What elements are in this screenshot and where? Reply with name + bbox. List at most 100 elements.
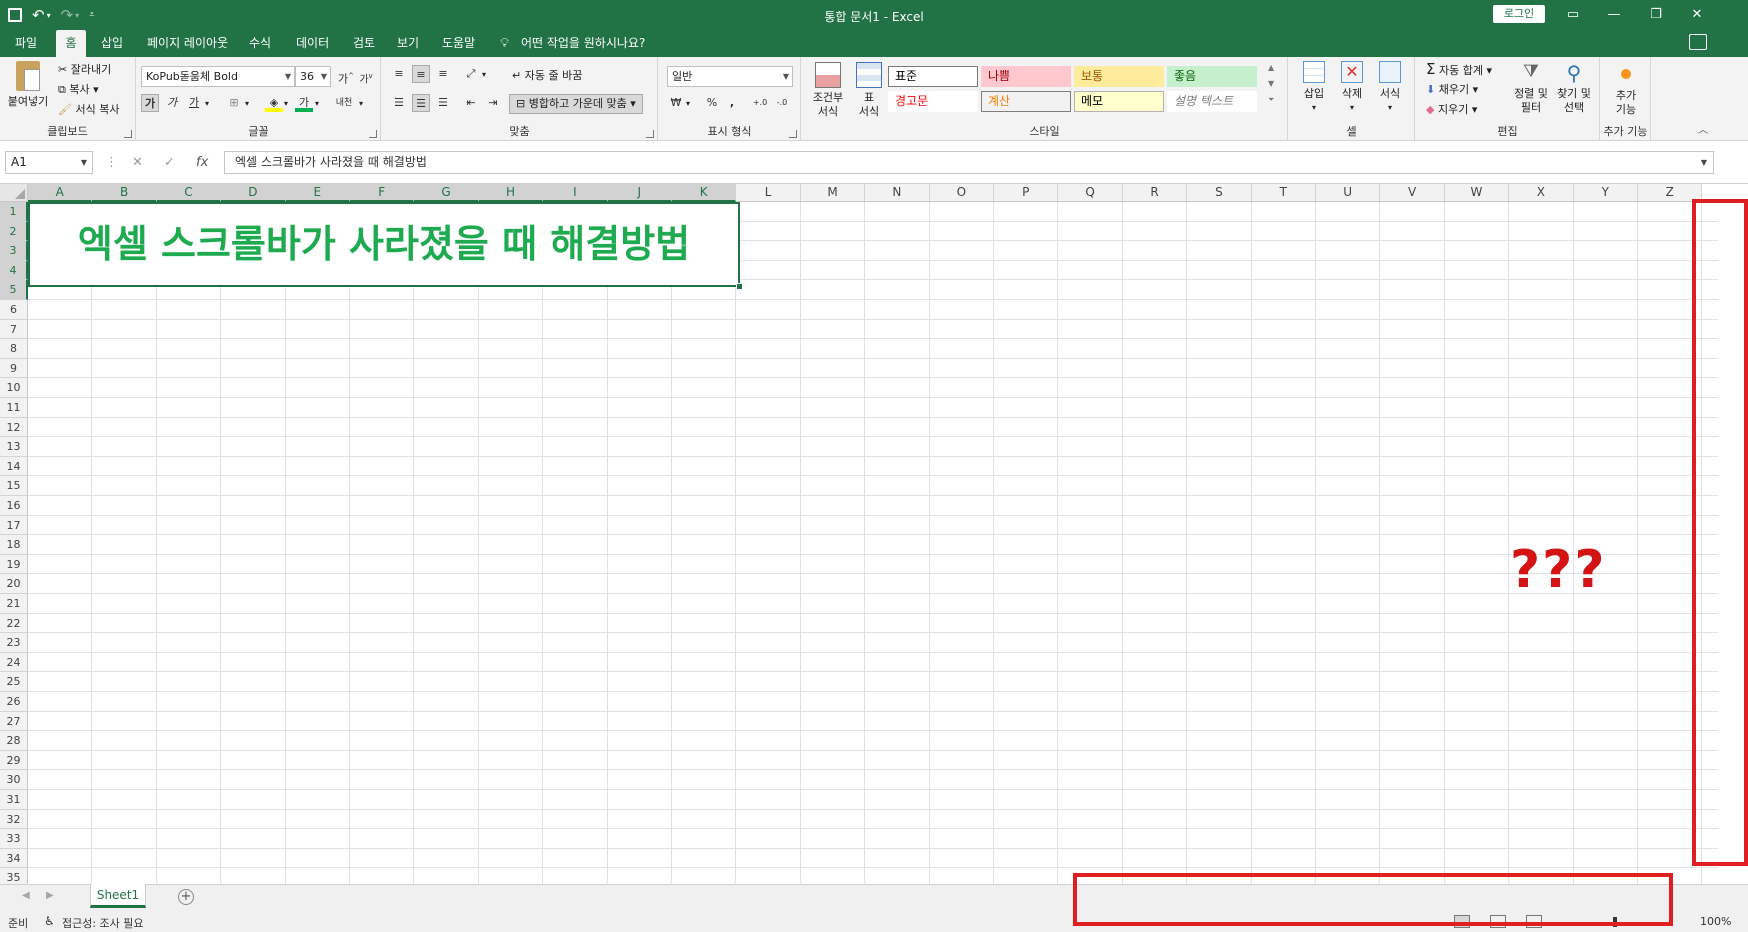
row-header[interactable]: 6 <box>0 300 28 320</box>
accounting-dropdown-icon[interactable]: ▾ <box>686 97 690 111</box>
column-header[interactable]: E <box>285 184 350 202</box>
collapse-ribbon-icon[interactable]: ︿ <box>1698 121 1708 136</box>
column-header[interactable]: L <box>736 184 801 202</box>
autosum-button[interactable]: Σ 자동 합계 ▾ <box>1426 62 1492 78</box>
styles-scroll-down-icon[interactable]: ▼ <box>1268 79 1278 93</box>
align-center-icon[interactable]: ☰ <box>412 94 430 112</box>
row-header[interactable]: 15 <box>0 476 28 496</box>
insert-function-icon[interactable]: fx <box>196 151 208 174</box>
font-name-box[interactable]: KoPub돋움체 Bold ▼ <box>141 66 295 87</box>
column-header[interactable]: J <box>607 184 672 202</box>
fill-color-dropdown-icon[interactable]: ▾ <box>284 97 288 111</box>
next-sheet-icon[interactable]: ▶ <box>46 890 54 901</box>
column-header[interactable]: Y <box>1573 184 1638 202</box>
row-header[interactable]: 28 <box>0 731 28 751</box>
row-header[interactable]: 16 <box>0 496 28 516</box>
column-header[interactable]: Q <box>1058 184 1123 202</box>
format-painter-button[interactable]: 🖌︎ 서식 복사 <box>58 103 119 117</box>
cell-style-1[interactable]: 나쁨 <box>981 66 1071 87</box>
row-header[interactable]: 17 <box>0 515 28 536</box>
row-header[interactable]: 34 <box>0 848 28 869</box>
align-top-icon[interactable]: ≡ <box>390 65 408 83</box>
cancel-icon[interactable]: ✕ <box>132 151 143 174</box>
row-header[interactable]: 29 <box>0 750 28 771</box>
row-header[interactable]: 33 <box>0 829 28 849</box>
cell-style-6[interactable]: 메모 <box>1074 91 1164 112</box>
tab-home[interactable]: 홈 <box>56 30 86 57</box>
enter-icon[interactable]: ✓ <box>164 151 175 174</box>
minimize-icon[interactable]: — <box>1594 4 1634 26</box>
row-header[interactable]: 22 <box>0 613 28 634</box>
row-header[interactable]: 35 <box>0 868 28 884</box>
cut-button[interactable]: ✂ 잘라내기 <box>58 63 111 77</box>
row-header[interactable]: 8 <box>0 339 28 359</box>
tab-data[interactable]: 데이터 <box>292 30 333 57</box>
number-format-box[interactable]: 일반 ▼ <box>667 66 793 87</box>
tell-me-search[interactable]: 💡︎ 어떤 작업을 원하시나요? <box>500 30 645 57</box>
clear-button[interactable]: ◆ 지우기 ▾ <box>1426 103 1477 117</box>
fill-handle[interactable] <box>736 283 743 290</box>
column-header[interactable]: X <box>1509 184 1574 202</box>
sheet-tab-sheet1[interactable]: Sheet1 <box>90 884 146 908</box>
prev-sheet-icon[interactable]: ◀ <box>22 890 30 901</box>
zoom-level[interactable]: 100% <box>1700 915 1731 928</box>
column-header[interactable]: U <box>1316 184 1381 202</box>
row-header[interactable]: 14 <box>0 456 28 477</box>
column-header[interactable]: R <box>1122 184 1188 202</box>
font-color-dropdown-icon[interactable]: ▾ <box>315 97 319 111</box>
row-header[interactable]: 3 <box>0 241 28 261</box>
row-header[interactable]: 11 <box>0 398 28 418</box>
cell-style-5[interactable]: 계산 <box>981 91 1071 112</box>
merge-center-button[interactable]: ⊟ 병합하고 가운데 맞춤 ▾ <box>509 94 643 114</box>
row-header[interactable]: 23 <box>0 633 28 653</box>
decrease-indent-icon[interactable]: ⇤ <box>462 94 480 112</box>
column-header[interactable]: C <box>156 184 222 202</box>
row-header[interactable]: 1 <box>0 202 28 222</box>
sort-filter-button[interactable]: ⧩ 정렬 및 필터 <box>1512 61 1550 115</box>
row-header[interactable]: 20 <box>0 574 28 594</box>
percent-button[interactable]: % <box>703 94 721 112</box>
column-header[interactable]: H <box>478 184 544 202</box>
increase-decimal-icon[interactable]: +.0 <box>751 94 769 112</box>
align-bottom-icon[interactable]: ≡ <box>434 65 452 83</box>
worksheet-grid[interactable]: A B C D E F G H I J K L M N O P Q R S T U V W X Y Z 1 2 3 4 5 6 7 8 9 10 11 1… <box>0 184 1718 884</box>
close-icon[interactable]: ✕ <box>1677 4 1717 26</box>
comma-button[interactable]: , <box>723 94 741 112</box>
name-box[interactable]: A1 ▼ <box>5 151 93 174</box>
orientation-dropdown-icon[interactable]: ▾ <box>482 68 486 82</box>
delete-cells-button[interactable]: ✕ 삭제 ▾ <box>1337 61 1367 115</box>
ribbon-display-icon[interactable]: ▭ <box>1553 4 1593 26</box>
orientation-icon[interactable]: ⤢ <box>462 65 480 83</box>
column-header[interactable]: K <box>672 184 737 202</box>
accounting-format-icon[interactable]: ₩ <box>667 94 685 112</box>
row-header[interactable]: 21 <box>0 594 28 614</box>
row-header[interactable]: 9 <box>0 358 28 379</box>
tab-help[interactable]: 도움말 <box>438 30 479 57</box>
column-header[interactable]: T <box>1251 184 1316 202</box>
borders-dropdown-icon[interactable]: ▾ <box>245 97 249 111</box>
cell-style-7[interactable]: 설명 텍스트 <box>1167 91 1257 112</box>
row-header[interactable]: 12 <box>0 417 28 438</box>
column-header[interactable]: G <box>414 184 479 202</box>
select-all-button[interactable] <box>0 184 28 202</box>
format-as-table-button[interactable]: 표 서식 <box>852 62 886 119</box>
row-header[interactable]: 30 <box>0 770 28 790</box>
column-header[interactable]: F <box>350 184 415 202</box>
wrap-text-button[interactable]: ↵ 자동 줄 바꿈 <box>512 69 582 83</box>
row-header[interactable]: 24 <box>0 652 28 673</box>
tab-file[interactable]: 파일 <box>11 30 41 57</box>
row-header[interactable]: 18 <box>0 535 28 555</box>
font-size-box[interactable]: 36 ▼ <box>295 66 331 87</box>
fill-button[interactable]: ⬇ 채우기 ▾ <box>1426 83 1478 97</box>
underline-button[interactable]: 가 <box>185 94 203 112</box>
paste-button[interactable]: 붙여넣기 <box>6 61 50 117</box>
column-header[interactable]: P <box>994 184 1059 202</box>
number-launcher-icon[interactable] <box>789 130 797 138</box>
merged-cell-a1-k5[interactable]: 엑셀 스크롤바가 사라졌을 때 해결방법 <box>28 202 740 287</box>
alignment-launcher-icon[interactable] <box>646 130 654 138</box>
align-middle-icon[interactable]: ≡ <box>412 65 430 83</box>
column-header[interactable]: N <box>865 184 930 202</box>
column-header[interactable]: I <box>543 184 608 202</box>
increease-indent-icon[interactable]: ⇥ <box>484 94 502 112</box>
formula-input[interactable]: 엑셀 스크롤바가 사라졌을 때 해결방법 ▼ <box>224 151 1714 174</box>
